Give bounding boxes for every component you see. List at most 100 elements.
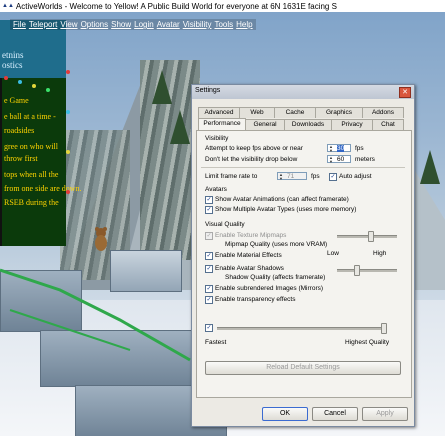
auto-adjust-checkbox[interactable]: ✓: [329, 173, 337, 181]
auto-adjust-label: Auto adjust: [339, 173, 372, 180]
slider-high-label: High: [373, 250, 387, 257]
group-caption-avatars: Avatars: [205, 186, 227, 193]
slider-low-label: Low: [327, 250, 339, 257]
subrendered-images-label: Enable subrendered Images (Mirrors): [215, 285, 324, 292]
fps-unit: fps: [355, 145, 364, 152]
show-multiple-avatar-types-label: Show Multiple Avatar Types (uses more me…: [215, 206, 357, 213]
activeworlds-icon: ▲▲: [2, 3, 14, 9]
string-light: [66, 150, 70, 154]
billboard-line: gree on who will: [4, 142, 58, 151]
billboard-sign: e Game e ball at a time - roadsides gree…: [0, 78, 82, 246]
visibility-value: 60: [337, 156, 345, 163]
subrendered-images-checkbox[interactable]: ✓: [205, 285, 213, 293]
fps-label: Attempt to keep fps above or near: [205, 145, 303, 152]
tab-chat[interactable]: Chat: [372, 119, 404, 130]
shadow-quality-label: Shadow Quality (affects framerate): [225, 274, 326, 281]
overall-quality-slider[interactable]: [217, 327, 385, 330]
divider: [201, 167, 405, 168]
reload-default-settings-button[interactable]: Reload Default Settings: [205, 361, 401, 375]
dialog-title: Settings: [195, 87, 221, 94]
menu-show[interactable]: Show: [111, 20, 131, 29]
performance-panel: Visibility Attempt to keep fps above or …: [196, 130, 412, 398]
tab-general[interactable]: General: [245, 119, 285, 130]
stepper-arrows-icon[interactable]: ▲ ▼: [329, 156, 333, 164]
billboard-line: e Game: [4, 96, 29, 105]
visibility-unit: meters: [355, 156, 375, 163]
transparency-effects-label: Enable transparency effects: [215, 296, 296, 303]
apply-button[interactable]: Apply: [362, 407, 408, 421]
texture-mipmaps-label: Enable Texture Mipmaps: [215, 232, 287, 239]
tab-performance[interactable]: Performance: [198, 118, 246, 130]
menu-file[interactable]: File: [13, 20, 26, 29]
group-caption-visibility: Visibility: [205, 135, 229, 142]
billboard-line: e ball at a time -: [4, 112, 56, 121]
menu-help[interactable]: Help: [236, 20, 252, 29]
group-caption-visual-quality: Visual Quality: [205, 221, 245, 228]
menu-avatar[interactable]: Avatar: [157, 20, 180, 29]
shadow-quality-slider-thumb[interactable]: [353, 265, 360, 276]
dialog-titlebar[interactable]: Settings ✕: [192, 85, 414, 99]
fps-stepper[interactable]: ▲ ▼ 30: [327, 144, 351, 153]
texture-mipmaps-checkbox[interactable]: ✓: [205, 232, 213, 240]
tab-privacy[interactable]: Privacy: [331, 119, 373, 130]
stepper-arrows-icon[interactable]: ▲ ▼: [279, 173, 283, 181]
fastest-label: Fastest: [205, 339, 227, 346]
string-light: [4, 76, 8, 80]
show-multiple-avatar-types-checkbox[interactable]: ✓: [205, 206, 213, 214]
stepper-arrows-icon[interactable]: ▲ ▼: [329, 145, 333, 153]
close-icon[interactable]: ✕: [399, 87, 411, 98]
transparency-effects-checkbox[interactable]: ✓: [205, 296, 213, 304]
string-light: [66, 190, 70, 194]
overall-quality-checkbox[interactable]: ✓: [205, 324, 213, 332]
tab-addons[interactable]: Addons: [362, 107, 404, 118]
tab-downloads[interactable]: Downloads: [284, 119, 332, 130]
menu-teleport[interactable]: Teleport: [29, 20, 57, 29]
billboard-line: throw first: [4, 154, 38, 163]
fps-value: 30: [337, 145, 345, 152]
mipmap-quality-slider-thumb[interactable]: [367, 231, 374, 242]
billboard-header-line: etnins: [2, 50, 24, 60]
billboard-line: roadsides: [4, 126, 35, 135]
menu-view[interactable]: View: [60, 20, 77, 29]
avatar-shadows-checkbox[interactable]: ✓: [205, 265, 213, 273]
string-light: [66, 110, 70, 114]
string-light: [66, 70, 70, 74]
limit-frame-rate-label: Limit frame rate to: [205, 173, 258, 180]
tree: [420, 150, 440, 184]
cancel-button[interactable]: Cancel: [312, 407, 358, 421]
green-rail: [0, 268, 191, 362]
visibility-stepper[interactable]: ▲ ▼ 60: [327, 155, 351, 164]
tab-cache[interactable]: Cache: [274, 107, 316, 118]
ok-button[interactable]: OK: [262, 407, 308, 421]
menu-bar: File Teleport View Options Show Login Av…: [10, 19, 256, 30]
tab-advanced[interactable]: Advanced: [198, 107, 240, 118]
menu-login[interactable]: Login: [134, 20, 154, 29]
material-effects-checkbox[interactable]: ✓: [205, 252, 213, 260]
visibility-drop-label: Don't let the visibility drop below: [205, 156, 298, 163]
limit-frame-rate-unit: fps: [311, 173, 320, 180]
string-light: [46, 88, 50, 92]
teddy-bear-avatar[interactable]: [91, 226, 111, 252]
settings-dialog: Settings ✕ Advanced Web Cache Graphics A…: [191, 84, 415, 427]
window-titlebar: ▲▲ ActiveWorlds - Welcome to Yellow! A P…: [0, 0, 445, 12]
tab-graphics[interactable]: Graphics: [315, 107, 363, 118]
menu-options[interactable]: Options: [81, 20, 109, 29]
tab-web[interactable]: Web: [239, 107, 275, 118]
limit-frame-rate-value: 71: [287, 173, 295, 180]
string-light: [18, 80, 22, 84]
material-effects-label: Enable Material Effects: [215, 252, 282, 259]
limit-frame-rate-stepper[interactable]: ▲ ▼ 71: [277, 172, 307, 181]
tree: [170, 110, 190, 144]
tree: [152, 70, 172, 104]
show-avatar-animations-checkbox[interactable]: ✓: [205, 196, 213, 204]
menu-tools[interactable]: Tools: [214, 20, 233, 29]
billboard-header-line: ostics: [2, 60, 23, 70]
string-light: [32, 84, 36, 88]
shadow-quality-slider[interactable]: [337, 269, 397, 272]
billboard-line: tops when all the: [4, 170, 59, 179]
billboard-line: RSEB during the: [4, 198, 59, 207]
overall-quality-slider-thumb[interactable]: [381, 323, 387, 334]
menu-visibility[interactable]: Visibility: [183, 20, 212, 29]
avatar-shadows-label: Enable Avatar Shadows: [215, 265, 284, 272]
mipmap-quality-label: Mipmap Quality (uses more VRAM): [225, 241, 328, 248]
